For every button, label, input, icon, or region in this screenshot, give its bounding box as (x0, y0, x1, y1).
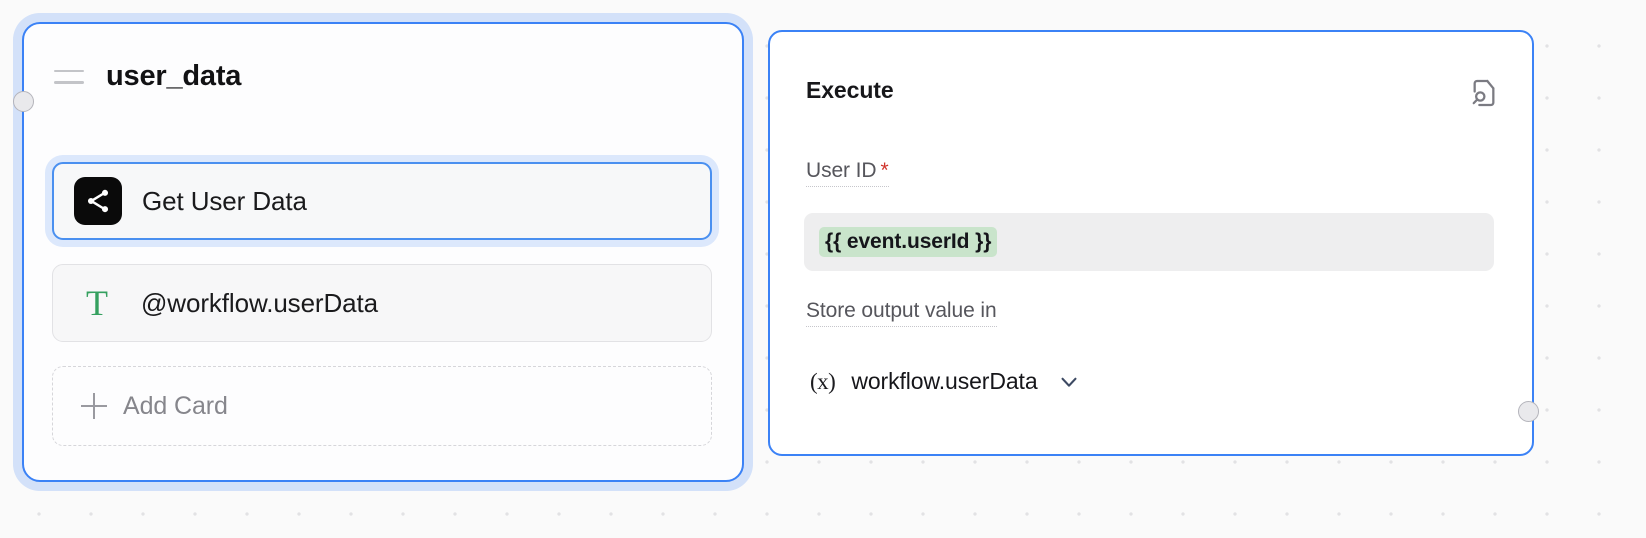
user-id-field[interactable]: {{ event.userId }} (804, 213, 1494, 271)
card-label: Get User Data (142, 185, 307, 216)
flow-canvas[interactable]: user_data Get User Data T @workflow.user… (0, 0, 1646, 538)
chevron-down-icon[interactable] (1058, 371, 1080, 393)
right-input-port[interactable] (1518, 401, 1539, 422)
card-label: @workflow.userData (141, 287, 379, 318)
text-type-icon: T (86, 283, 108, 323)
page-title: user_data (106, 60, 242, 92)
panel-title: Execute (806, 77, 894, 103)
node-execute[interactable]: Execute User ID * {{ event.userId }} Stor… (768, 30, 1539, 456)
field-label-text: User ID (806, 159, 877, 182)
node-user-data[interactable]: user_data Get User Data T @workflow.user… (13, 22, 744, 482)
left-input-port[interactable] (13, 91, 34, 112)
node-header: user_data (54, 62, 241, 91)
field-label-store-output: Store output value in (806, 300, 997, 327)
store-output-select[interactable]: (x) workflow.userData (806, 360, 1084, 403)
card-workflow-userdata[interactable]: T @workflow.userData (52, 264, 712, 342)
expression-token: {{ event.userId }} (819, 226, 998, 258)
add-card-button[interactable]: Add Card (52, 366, 712, 446)
share-nodes-icon (74, 177, 122, 225)
plus-icon (81, 393, 107, 419)
field-label-user-id: User ID * (806, 160, 889, 187)
drag-handle-icon[interactable] (54, 69, 84, 84)
required-marker: * (880, 159, 889, 182)
file-search-icon[interactable] (1468, 77, 1500, 109)
store-output-value: workflow.userData (851, 368, 1038, 394)
field-label-text: Store output value in (806, 299, 997, 322)
card-get-user-data[interactable]: Get User Data (52, 162, 712, 240)
variable-icon: (x) (810, 369, 836, 394)
add-card-label: Add Card (123, 391, 228, 420)
